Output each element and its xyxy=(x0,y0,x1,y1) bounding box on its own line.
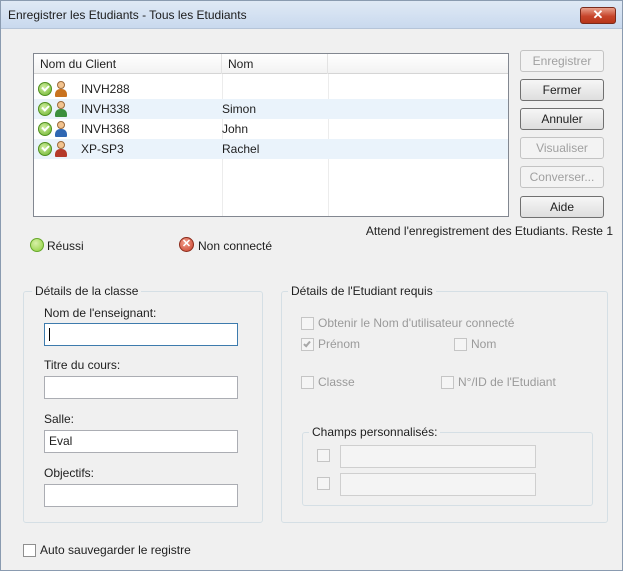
logged-user-label: Obtenir le Nom d'utilisateur connecté xyxy=(318,316,515,330)
group-title: Détails de l'Etudiant requis xyxy=(288,284,436,298)
list-header: Nom du Client Nom xyxy=(34,54,508,74)
list-item[interactable]: INVH338 Simon xyxy=(34,99,508,119)
client-name: XP-SP3 xyxy=(81,142,124,156)
custom-field-2-input[interactable] xyxy=(340,473,536,496)
student-id-label: N°/ID de l'Etudiant xyxy=(458,375,556,389)
autosave-label: Auto sauvegarder le registre xyxy=(40,543,191,557)
room-label: Salle: xyxy=(44,412,75,426)
window-title: Enregistrer les Etudiants - Tous les Etu… xyxy=(8,8,247,22)
student-details-group: Détails de l'Etudiant requis Obtenir le … xyxy=(281,284,608,523)
student-id-checkbox[interactable] xyxy=(441,376,454,389)
course-title-label: Titre du cours: xyxy=(44,358,121,372)
enregistrer-button[interactable]: Enregistrer xyxy=(520,50,604,72)
text-caret xyxy=(49,328,50,341)
register-students-dialog: Enregistrer les Etudiants - Tous les Etu… xyxy=(0,0,623,571)
nom-checkbox[interactable] xyxy=(454,338,467,351)
list-item[interactable]: INVH288 xyxy=(34,79,508,99)
group-title: Champs personnalisés: xyxy=(309,425,441,439)
converser-button[interactable]: Converser... xyxy=(520,166,604,188)
column-header-nom[interactable]: Nom xyxy=(222,54,328,74)
student-avatar-icon xyxy=(54,81,68,97)
custom-fields-group: Champs personnalisés: xyxy=(302,425,593,506)
legend-error-label: Non connecté xyxy=(198,239,273,253)
custom-field-2-checkbox[interactable] xyxy=(317,477,330,490)
list-item[interactable]: INVH368 John xyxy=(34,119,508,139)
teacher-input[interactable] xyxy=(44,323,238,346)
client-name: INVH368 xyxy=(81,122,130,136)
success-icon xyxy=(38,82,52,96)
error-icon: ✕ xyxy=(179,237,194,252)
student-name: Rachel xyxy=(222,142,260,156)
autosave-checkbox[interactable] xyxy=(23,544,36,557)
objectives-input[interactable] xyxy=(44,484,238,507)
custom-field-1-input[interactable] xyxy=(340,445,536,468)
logged-user-checkbox[interactable] xyxy=(301,317,314,330)
group-title: Détails de la classe xyxy=(32,284,142,298)
status-message: Attend l'enregistrement des Etudiants. R… xyxy=(365,224,613,238)
course-title-input[interactable] xyxy=(44,376,238,399)
title-bar[interactable]: Enregistrer les Etudiants - Tous les Etu… xyxy=(1,1,622,29)
teacher-label: Nom de l'enseignant: xyxy=(44,306,157,320)
fermer-button[interactable]: Fermer xyxy=(520,79,604,101)
list-item[interactable]: XP-SP3 Rachel xyxy=(34,139,508,159)
close-button[interactable]: ✕ xyxy=(580,7,616,24)
student-name: John xyxy=(222,122,249,136)
student-avatar-icon xyxy=(54,101,68,117)
legend-success-label: Réussi xyxy=(47,239,84,253)
client-name: INVH288 xyxy=(81,82,130,96)
success-icon xyxy=(38,102,52,116)
custom-field-1-checkbox[interactable] xyxy=(317,449,330,462)
objectives-label: Objectifs: xyxy=(44,466,95,480)
student-name: Simon xyxy=(222,102,257,116)
annuler-button[interactable]: Annuler xyxy=(520,108,604,130)
aide-button[interactable]: Aide xyxy=(520,196,604,218)
class-details-group: Détails de la classe Nom de l'enseignant… xyxy=(23,284,263,523)
success-icon xyxy=(38,142,52,156)
success-icon xyxy=(38,122,52,136)
column-header-client[interactable]: Nom du Client xyxy=(34,54,222,74)
room-input[interactable]: Eval xyxy=(44,430,238,453)
prenom-label: Prénom xyxy=(318,337,361,351)
classe-checkbox[interactable] xyxy=(301,376,314,389)
client-name: INVH338 xyxy=(81,102,130,116)
prenom-checkbox[interactable] xyxy=(301,338,314,351)
close-icon: ✕ xyxy=(592,7,604,22)
visualiser-button[interactable]: Visualiser xyxy=(520,137,604,159)
student-list[interactable]: Nom du Client Nom INVH288 INVH338 Simon … xyxy=(33,53,509,217)
nom-label: Nom xyxy=(471,337,497,351)
classe-label: Classe xyxy=(318,375,355,389)
student-avatar-icon xyxy=(54,121,68,137)
check-icon xyxy=(303,339,311,348)
student-avatar-icon xyxy=(54,141,68,157)
success-icon xyxy=(30,238,44,252)
